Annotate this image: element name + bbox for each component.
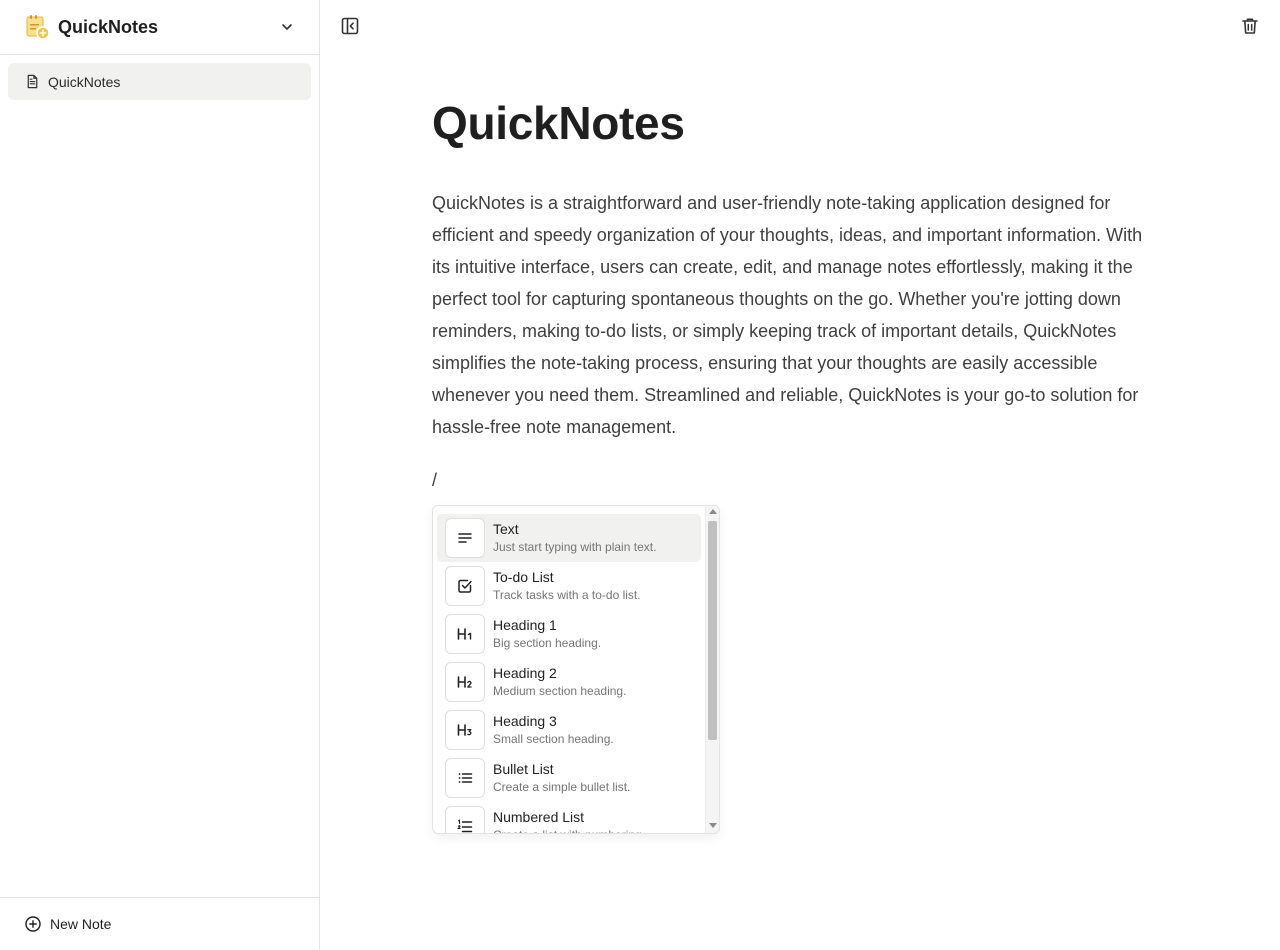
menu-item-title: Text [493, 521, 519, 537]
menu-item-title: Heading 2 [493, 665, 557, 681]
heading-1-icon [445, 614, 485, 654]
text-align-icon [445, 518, 485, 558]
sidebar: QuickNotes QuickNotes New Note [0, 0, 320, 950]
slash-menu-item-heading-3[interactable]: Heading 3 Small section heading. [437, 706, 701, 754]
document-icon [27, 74, 38, 89]
menu-item-title: Heading 1 [493, 617, 557, 633]
delete-note-button[interactable] [1239, 15, 1261, 37]
sidebar-item-label: QuickNotes [48, 73, 121, 90]
menu-item-description: Track tasks with a to-do list. [493, 588, 641, 602]
menu-item-description: Just start typing with plain text. [493, 540, 657, 554]
slash-menu-item-todo-list[interactable]: To-do List Track tasks with a to-do list… [437, 562, 701, 610]
menu-item-description: Create a simple bullet list. [493, 780, 631, 794]
notebook-logo-icon [26, 15, 50, 40]
menu-item-description: Create a list with numbering. [493, 826, 645, 833]
bullet-list-icon [445, 758, 485, 798]
menu-item-description: Big section heading. [493, 636, 602, 650]
slash-menu-item-heading-2[interactable]: Heading 2 Medium section heading. [437, 658, 701, 706]
slash-command-menu: Text Just start typing with plain text. … [432, 505, 720, 834]
menu-item-title: Bullet List [493, 761, 554, 777]
trash-icon [1242, 18, 1258, 34]
note-body-paragraph[interactable]: QuickNotes is a straightforward and user… [432, 187, 1162, 443]
slash-menu-item-numbered-list[interactable]: Numbered List Create a list with numberi… [437, 802, 701, 833]
editor-input-line[interactable]: / [432, 470, 437, 491]
workspace-name: QuickNotes [58, 16, 159, 37]
scroll-down-arrow-icon[interactable] [709, 823, 717, 828]
workspace-switcher[interactable]: QuickNotes [0, 0, 319, 55]
menu-item-title: Numbered List [493, 809, 585, 825]
slash-menu-item-bullet-list[interactable]: Bullet List Create a simple bullet list. [437, 754, 701, 802]
scroll-up-arrow-icon[interactable] [709, 509, 717, 514]
menu-item-title: Heading 3 [493, 713, 557, 729]
checkbox-icon [445, 566, 485, 606]
slash-menu-list: Text Just start typing with plain text. … [437, 514, 701, 833]
plus-circle-icon [25, 916, 41, 932]
heading-3-icon [445, 710, 485, 750]
toggle-sidebar-button[interactable] [339, 15, 361, 37]
heading-2-icon [445, 662, 485, 702]
new-note-button[interactable]: New Note [0, 897, 319, 950]
scrollbar-thumb[interactable] [708, 521, 717, 740]
slash-menu-item-heading-1[interactable]: Heading 1 Big section heading. [437, 610, 701, 658]
sidebar-item-quicknotes[interactable]: QuickNotes [8, 63, 311, 100]
chevron-down-icon [282, 24, 292, 30]
sidebar-toggle-icon [341, 17, 359, 35]
menu-item-title: To-do List [493, 569, 554, 585]
menu-item-description: Small section heading. [493, 732, 614, 746]
new-note-label: New Note [50, 916, 112, 932]
numbered-list-icon [445, 806, 485, 833]
page-title[interactable]: QuickNotes [432, 96, 685, 150]
menu-scrollbar[interactable] [705, 506, 719, 833]
slash-menu-item-text[interactable]: Text Just start typing with plain text. [437, 514, 701, 562]
menu-item-description: Medium section heading. [493, 684, 627, 698]
